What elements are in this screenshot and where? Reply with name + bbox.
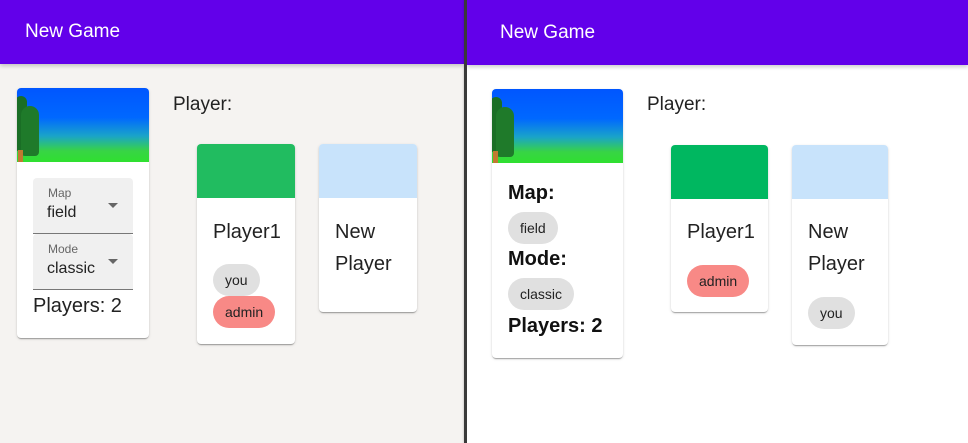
map-preview-image [17, 88, 149, 162]
players-count: Players: 2 [33, 295, 122, 317]
player-color-swatch [197, 144, 295, 198]
app-title: New Game [25, 21, 121, 42]
player-name-line2: Player [335, 253, 392, 275]
player-color-swatch [319, 144, 417, 198]
map-settings-card: Map field Mode classic Players: 2 [17, 88, 149, 338]
mode-label: Mode: [508, 248, 567, 270]
admin-chip: admin [687, 265, 750, 297]
player-name-line2: Player [808, 253, 865, 275]
player-section-title: Player: [647, 94, 707, 115]
map-settings-card: Map: field Mode: classic Players: 2 [492, 89, 623, 358]
player-card[interactable]: Player1 admin [671, 145, 768, 312]
new-player-card[interactable]: New Player you [792, 145, 888, 345]
player-color-swatch [671, 145, 768, 199]
player-name: Player1 [213, 221, 281, 243]
right-pane: New Game Map: field Mode: classic Player… [467, 0, 968, 443]
dropdown-arrow-icon [108, 203, 118, 208]
map-select-value: field [47, 204, 77, 221]
player-card[interactable]: Player1 you admin [197, 144, 295, 344]
map-select-label: Map [48, 186, 72, 200]
you-chip: you [213, 264, 260, 296]
mode-select[interactable]: Mode classic [33, 234, 133, 290]
player-name: Player1 [687, 221, 755, 243]
player-color-swatch [792, 145, 888, 199]
map-preview-image [492, 89, 623, 163]
mode-select-label: Mode [48, 242, 79, 256]
player-name-line1: New [335, 221, 376, 243]
map-select[interactable]: Map field [33, 178, 133, 234]
map-value-chip: field [508, 212, 558, 244]
player-section-title: Player: [173, 94, 233, 115]
map-label: Map: [508, 182, 555, 204]
dropdown-arrow-icon [108, 259, 118, 264]
mode-select-value: classic [47, 260, 96, 277]
admin-chip: admin [213, 296, 276, 328]
player-name-line1: New [808, 221, 849, 243]
players-count: Players: 2 [508, 315, 603, 337]
you-chip: you [808, 297, 855, 329]
app-title: New Game [500, 21, 596, 43]
mode-value-chip: classic [508, 278, 575, 310]
app-bar: New Game [0, 0, 464, 64]
app-bar: New Game [467, 0, 968, 65]
left-pane: New Game Map field Mode classic Players:… [0, 0, 464, 443]
new-player-card[interactable]: New Player [319, 144, 417, 312]
